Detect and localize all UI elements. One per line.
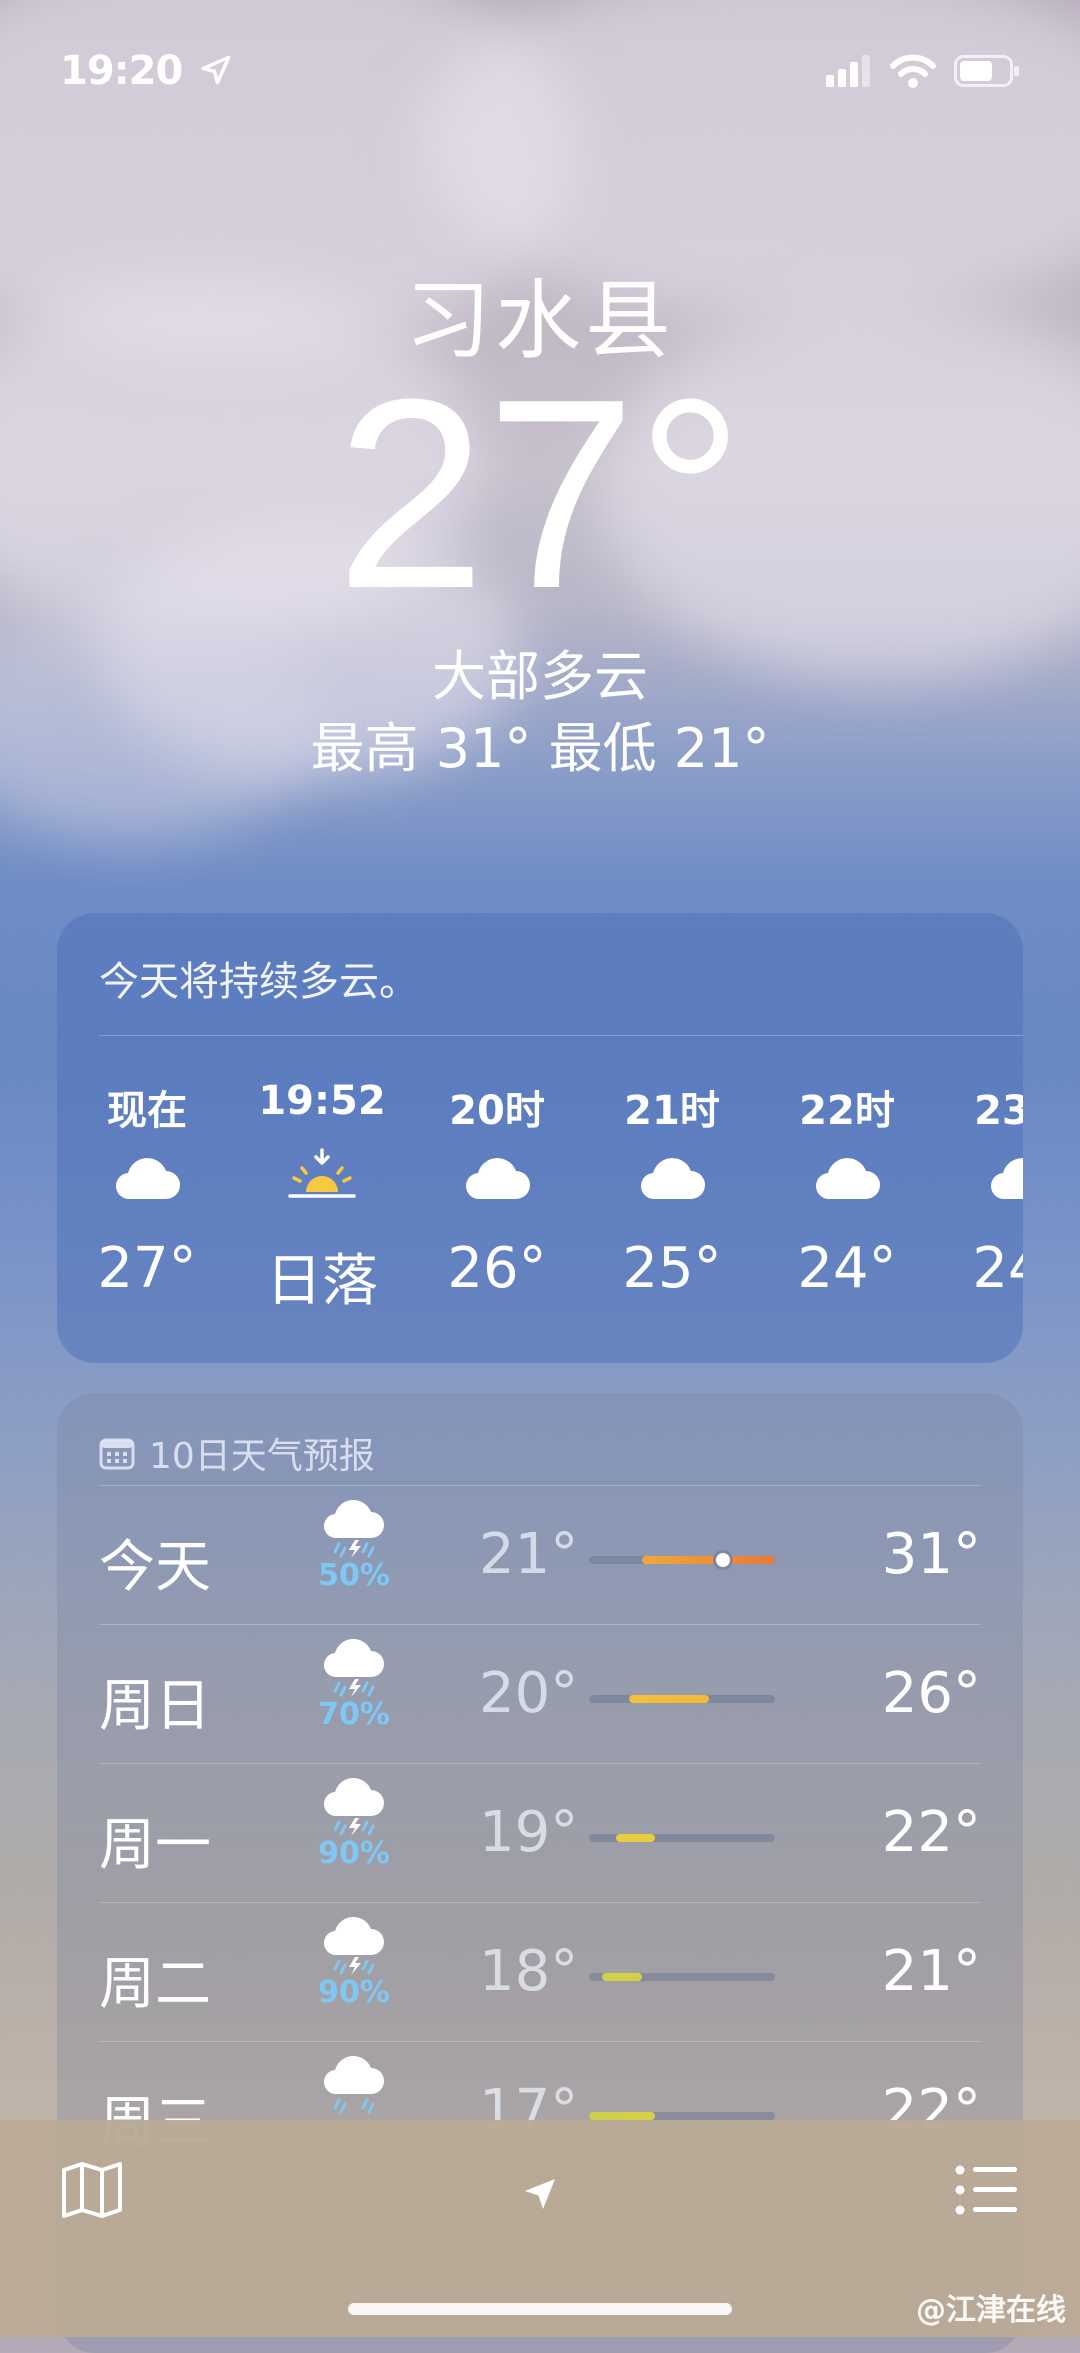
thunderstorm-icon — [323, 1916, 384, 1975]
hour-temperature: 27° — [97, 1236, 197, 1301]
hourly-summary: 今天将持续多云。 — [99, 959, 419, 1005]
high-temperature: 21° — [881, 1939, 981, 2004]
divider — [99, 1035, 1023, 1036]
watermark: @江津在线 — [916, 2293, 1066, 2328]
signal-icon — [826, 55, 870, 87]
current-temperature: 27° — [335, 344, 745, 645]
temperature-range-fill — [602, 1973, 643, 1981]
hour-label: 20时 — [449, 1088, 545, 1134]
cloud-icon — [465, 1158, 530, 1200]
forecast-day: 周一 — [99, 1813, 211, 1878]
wifi-icon — [890, 54, 936, 88]
forecast-row[interactable]: 周一 90% 19° 22° — [99, 1764, 981, 1903]
hour-temperature: 24° — [797, 1236, 897, 1301]
forecast-weather: 90% — [309, 1777, 399, 1871]
forecast-weather: 70% — [309, 1638, 399, 1732]
hour-item: 22时 24° — [782, 1078, 912, 1301]
cloud-icon — [640, 1158, 705, 1200]
forecast-row[interactable]: 周二 90% 18° 21° — [99, 1903, 981, 2042]
forecast-day: 周日 — [99, 1674, 211, 1739]
hour-item: 现在 27° — [82, 1078, 212, 1301]
forecast-header: 10日天气预报 — [99, 1427, 375, 1479]
location-arrow-icon — [201, 55, 231, 85]
low-temperature: 18° — [479, 1939, 579, 2004]
thunderstorm-icon — [323, 1777, 384, 1836]
high-low-temperature: 最高 31° 最低 21° — [310, 717, 770, 780]
low-temperature: 19° — [479, 1800, 579, 1865]
high-temperature: 26° — [881, 1661, 981, 1726]
status-time: 19:20 — [60, 48, 233, 94]
precipitation-chance: 70% — [318, 1697, 390, 1732]
hour-item: 19:52 日落 — [257, 1078, 387, 1317]
high-temperature: 22° — [881, 1800, 981, 1865]
current-temperature-dot — [715, 1553, 730, 1567]
cloud-icon — [115, 1158, 180, 1200]
sunset-label: 日落 — [266, 1249, 378, 1314]
hourly-list[interactable]: 现在 27° 19:52 日落 20时 26° 21时 25° 22时 24° … — [57, 1078, 1023, 1348]
thunderstorm-icon — [323, 1499, 384, 1558]
temperature-range-bar — [589, 1695, 775, 1703]
weather-condition: 大部多云 — [432, 645, 648, 708]
hour-label: 19:52 — [258, 1078, 386, 1124]
home-indicator[interactable] — [348, 2303, 732, 2315]
low-temperature: 20° — [479, 1661, 579, 1726]
hour-temperature: 24° — [972, 1236, 1023, 1301]
precipitation-chance: 50% — [318, 1558, 390, 1593]
temperature-range-bar — [589, 1553, 775, 1567]
hour-label: 现在 — [107, 1088, 187, 1134]
status-indicators — [826, 54, 1020, 88]
hour-item: 23时 24° — [957, 1078, 1023, 1301]
calendar-icon — [99, 1438, 135, 1470]
precipitation-chance: 90% — [318, 1836, 390, 1871]
forecast-weather — [309, 2055, 399, 2114]
low-temperature: 21° — [479, 1522, 579, 1587]
temperature-range-bar — [589, 2112, 775, 2120]
forecast-day: 今天 — [99, 1535, 211, 1600]
map-icon[interactable] — [60, 2160, 124, 2220]
list-icon[interactable] — [955, 2164, 1019, 2216]
rain-icon — [323, 2055, 384, 2114]
hourly-forecast-card[interactable]: 今天将持续多云。 现在 27° 19:52 日落 20时 26° 21时 25° — [57, 913, 1023, 1363]
temperature-range-fill — [615, 1834, 656, 1842]
temperature-range-bar — [589, 1973, 775, 1981]
thunderstorm-icon — [323, 1638, 384, 1697]
cloud-icon — [991, 1158, 1023, 1200]
temperature-range-bar — [589, 1834, 775, 1842]
temperature-range-fill — [642, 1556, 775, 1564]
precipitation-chance: 90% — [318, 1975, 390, 2010]
sunset-icon — [288, 1148, 356, 1198]
temperature-range-fill — [628, 1695, 709, 1703]
battery-icon — [954, 55, 1019, 87]
forecast-weather: 50% — [309, 1499, 399, 1593]
high-temperature: 31° — [881, 1522, 981, 1587]
temperature-range-fill — [589, 2112, 656, 2120]
hour-label: 23时 — [974, 1088, 1023, 1134]
hour-item: 20时 26° — [432, 1078, 562, 1301]
hour-temperature: 26° — [447, 1236, 547, 1301]
forecast-weather: 90% — [309, 1916, 399, 2010]
forecast-title: 10日天气预报 — [149, 1436, 375, 1477]
forecast-row[interactable]: 今天 50% 21° 31° — [99, 1486, 981, 1625]
hour-item: 21时 25° — [607, 1078, 737, 1301]
location-icon[interactable] — [522, 2176, 558, 2212]
forecast-row[interactable]: 周日 70% 20° 26° — [99, 1625, 981, 1764]
hour-label: 22时 — [799, 1088, 895, 1134]
forecast-day: 周二 — [99, 1952, 211, 2017]
hour-temperature: 25° — [622, 1236, 722, 1301]
hour-label: 21时 — [624, 1088, 720, 1134]
status-bar: 19:20 — [60, 40, 1020, 100]
cloud-icon — [815, 1158, 880, 1200]
